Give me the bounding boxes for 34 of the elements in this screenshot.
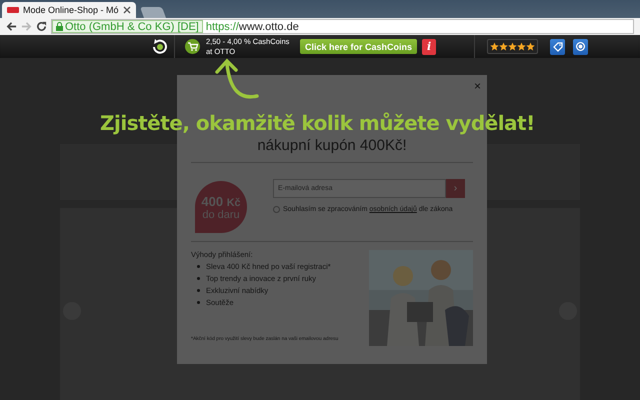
- cart-icon: [185, 39, 200, 54]
- browser-tab[interactable]: Mode Online-Shop - Mó: [2, 2, 136, 18]
- star-icon: [517, 42, 526, 51]
- cashcoins-button[interactable]: Click here for CashCoins: [300, 39, 418, 54]
- favicon-icon: [7, 7, 19, 13]
- identity-badge[interactable]: Otto (GmbH & Co KG) [DE]: [52, 20, 203, 33]
- tag-button[interactable]: [550, 38, 566, 54]
- address-bar[interactable]: Otto (GmbH & Co KG) [DE] https://www.otto.de: [51, 19, 634, 34]
- coin-icon: [575, 41, 586, 52]
- consent-checkbox[interactable]: [273, 206, 280, 213]
- submit-button[interactable]: ›: [446, 179, 465, 198]
- bullet-icon: [197, 289, 200, 292]
- promo-caption: Zjistěte, okamžitě kolik můžete vydělat!: [100, 111, 535, 135]
- reload-icon[interactable]: [36, 21, 47, 32]
- close-icon[interactable]: [122, 6, 131, 14]
- star-icon: [526, 42, 536, 51]
- euro-button[interactable]: [573, 38, 588, 54]
- new-tab-button[interactable]: [140, 7, 166, 18]
- back-icon[interactable]: [6, 21, 17, 32]
- tag-icon: [552, 42, 563, 52]
- lock-icon: [56, 22, 63, 31]
- identity-text: Otto (GmbH & Co KG) [DE]: [65, 20, 199, 32]
- star-icon: [490, 42, 500, 51]
- star-icon: [499, 42, 508, 51]
- bullet-icon: [197, 277, 200, 280]
- recycle-icon[interactable]: [151, 38, 168, 55]
- popup-heading: nákupní kupón 400Kč!: [256, 137, 408, 154]
- bullet-icon: [197, 301, 200, 304]
- info-button[interactable]: i: [422, 38, 436, 54]
- bullet-icon: [197, 265, 200, 268]
- url-text: https://www.otto.de: [206, 20, 299, 32]
- tab-title: Mode Online-Shop - Mó: [23, 5, 119, 15]
- star-icon: [508, 42, 518, 51]
- close-button[interactable]: ×: [474, 79, 481, 93]
